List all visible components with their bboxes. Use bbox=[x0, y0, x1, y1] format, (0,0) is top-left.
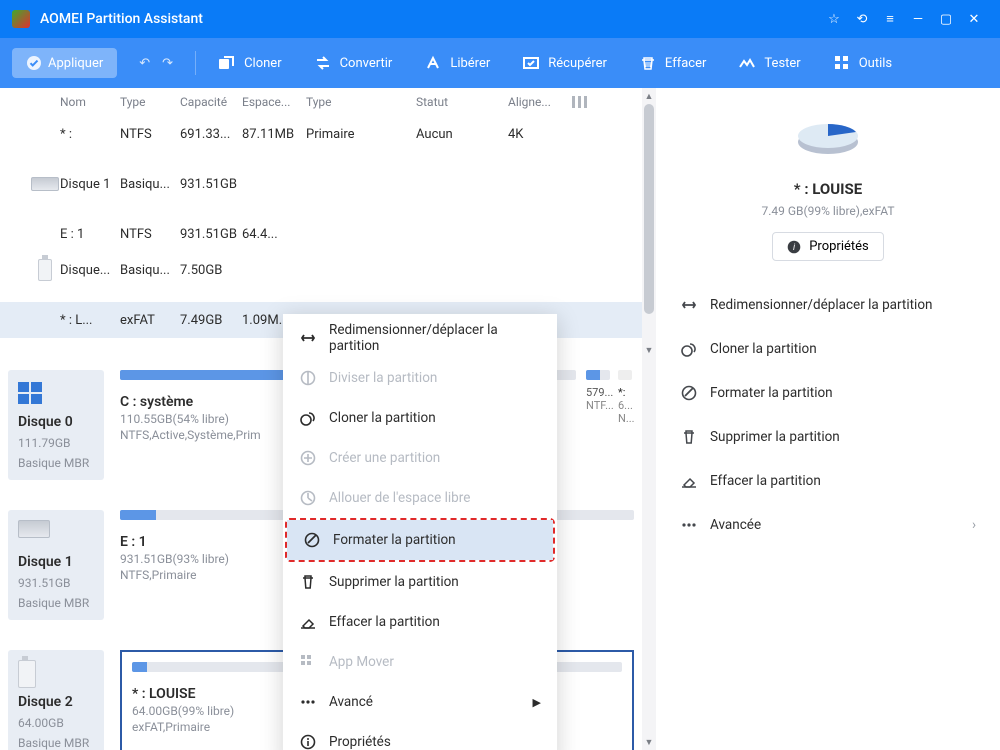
app-logo-icon bbox=[12, 10, 30, 28]
col-ptype[interactable]: Type bbox=[306, 95, 416, 109]
apply-button[interactable]: Appliquer bbox=[12, 48, 117, 78]
toolbar-cloner[interactable]: Cloner bbox=[204, 46, 296, 80]
disk-row[interactable]: Disque 1Basiqu...931.51GB bbox=[0, 166, 656, 202]
info-icon bbox=[299, 733, 317, 750]
format-icon bbox=[680, 384, 698, 402]
toolbar-tester[interactable]: Tester bbox=[724, 46, 814, 80]
title-bar: AOMEI Partition Assistant ☆ ⟲ ≡ — ▢ ✕ bbox=[0, 0, 1000, 38]
context-menu: Redimensionner/déplacer la partitionDivi… bbox=[283, 314, 557, 750]
clone-icon bbox=[680, 340, 698, 358]
more-icon bbox=[299, 693, 317, 711]
apps-icon bbox=[299, 653, 317, 671]
ctx-clone[interactable]: Cloner la partition bbox=[283, 398, 557, 438]
resize-icon bbox=[680, 296, 698, 314]
windows-icon bbox=[18, 380, 44, 406]
chevron-right-icon: › bbox=[972, 517, 976, 533]
scroll-up-icon[interactable]: ▲ bbox=[644, 90, 654, 102]
toolbar-libérer[interactable]: Libérer bbox=[410, 46, 504, 80]
usage-pie-icon bbox=[790, 112, 866, 160]
ctx-split: Diviser la partition bbox=[283, 358, 557, 398]
properties-button[interactable]: i Propriétés bbox=[772, 232, 884, 261]
redo-icon[interactable]: ↷ bbox=[162, 56, 173, 71]
resize-icon bbox=[299, 329, 317, 347]
apply-label: Appliquer bbox=[48, 56, 103, 71]
scroll-down-icon[interactable]: ▼ bbox=[644, 344, 654, 356]
erase-icon bbox=[299, 613, 317, 631]
toolbar-récupérer[interactable]: Récupérer bbox=[508, 46, 621, 80]
scrollbar[interactable]: ▲ ▼ ▼ bbox=[642, 88, 656, 750]
minimize-icon[interactable]: — bbox=[904, 5, 932, 33]
check-icon bbox=[26, 55, 42, 71]
allocate-icon bbox=[299, 489, 317, 507]
menu-icon[interactable]: ≡ bbox=[876, 5, 904, 33]
disk-label: Disque 264.00GBBasique MBR bbox=[8, 650, 104, 750]
refresh-icon[interactable]: ⟲ bbox=[848, 5, 876, 33]
scroll-down2-icon[interactable]: ▼ bbox=[644, 736, 654, 748]
clone-icon bbox=[299, 409, 317, 427]
scroll-thumb[interactable] bbox=[644, 104, 654, 314]
partition-title: * : LOUISE bbox=[674, 180, 982, 198]
partition-row[interactable]: E : 1NTFS931.51GB64.4... bbox=[0, 216, 656, 252]
more-icon bbox=[680, 516, 698, 534]
usb-icon bbox=[38, 259, 52, 281]
details-panel: * : LOUISE 7.49 GB(99% libre),exFAT i Pr… bbox=[656, 88, 1000, 750]
col-nom[interactable]: Nom bbox=[60, 95, 120, 109]
toolbar-effacer[interactable]: Effacer bbox=[625, 46, 721, 80]
format-icon bbox=[303, 531, 321, 549]
undo-icon[interactable]: ↶ bbox=[139, 56, 150, 71]
ctx-more[interactable]: Avancé▶ bbox=[283, 682, 557, 722]
action-more[interactable]: Avancée› bbox=[674, 503, 982, 547]
hdd-icon bbox=[31, 177, 59, 191]
delete-icon bbox=[680, 428, 698, 446]
toolbar-outils[interactable]: Outils bbox=[819, 46, 906, 80]
partition-row[interactable]: * :NTFS691.33...87.11MBPrimaireAucun4K bbox=[0, 116, 656, 152]
ctx-allocate: Allouer de l'espace libre bbox=[283, 478, 557, 518]
usb-icon bbox=[18, 660, 36, 688]
disk-label: Disque 1931.51GBBasique MBR bbox=[8, 510, 104, 620]
hdd-icon bbox=[18, 520, 50, 538]
col-type[interactable]: Type bbox=[120, 95, 180, 109]
chevron-right-icon: ▶ bbox=[533, 696, 541, 709]
action-resize[interactable]: Redimensionner/déplacer la partition bbox=[674, 283, 982, 327]
ctx-info[interactable]: Propriétés bbox=[283, 722, 557, 750]
create-icon bbox=[299, 449, 317, 467]
window-title: AOMEI Partition Assistant bbox=[40, 11, 820, 27]
disk-list-panel: Nom Type Capacité Espace... Type Statut … bbox=[0, 88, 656, 750]
maximize-icon[interactable]: ▢ bbox=[932, 5, 960, 33]
disk-label: Disque 0111.79GBBasique MBR bbox=[8, 370, 104, 480]
ctx-apps: App Mover bbox=[283, 642, 557, 682]
toolbar-convertir[interactable]: Convertir bbox=[300, 46, 407, 80]
action-erase[interactable]: Effacer la partition bbox=[674, 459, 982, 503]
ctx-resize[interactable]: Redimensionner/déplacer la partition bbox=[283, 318, 557, 358]
col-align[interactable]: Aligne... bbox=[508, 95, 572, 109]
ctx-create: Créer une partition bbox=[283, 438, 557, 478]
delete-icon bbox=[299, 573, 317, 591]
action-delete[interactable]: Supprimer la partition bbox=[674, 415, 982, 459]
favorite-icon[interactable]: ☆ bbox=[820, 5, 848, 33]
action-format[interactable]: Formater la partition bbox=[674, 371, 982, 415]
action-clone[interactable]: Cloner la partition bbox=[674, 327, 982, 371]
toolbar: Appliquer ↶ ↷ ClonerConvertirLibérerRécu… bbox=[0, 38, 1000, 88]
partition-sub: 7.49 GB(99% libre),exFAT bbox=[674, 204, 982, 218]
disk-row[interactable]: Disque...Basiqu...7.50GB bbox=[0, 252, 656, 288]
ctx-erase[interactable]: Effacer la partition bbox=[283, 602, 557, 642]
erase-icon bbox=[680, 472, 698, 490]
ctx-delete[interactable]: Supprimer la partition bbox=[283, 562, 557, 602]
split-icon bbox=[299, 369, 317, 387]
column-headers: Nom Type Capacité Espace... Type Statut … bbox=[0, 88, 656, 116]
col-statut[interactable]: Statut bbox=[416, 95, 508, 109]
col-options-icon[interactable] bbox=[572, 96, 602, 108]
ctx-format[interactable]: Formater la partition bbox=[287, 520, 553, 560]
info-icon: i bbox=[787, 240, 801, 254]
col-esp[interactable]: Espace... bbox=[242, 95, 306, 109]
col-cap[interactable]: Capacité bbox=[180, 95, 242, 109]
close-icon[interactable]: ✕ bbox=[960, 5, 988, 33]
